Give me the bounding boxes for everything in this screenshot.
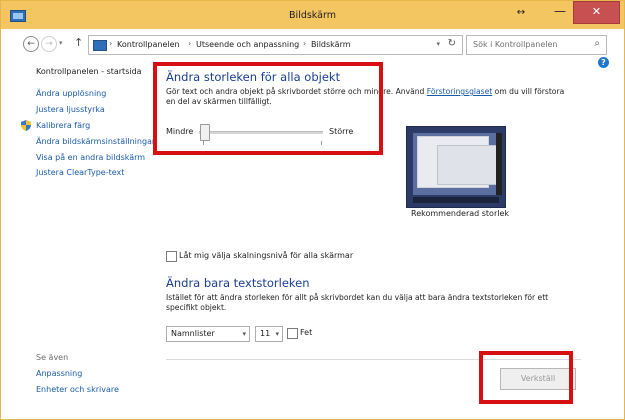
sidebar-item-change-resolution[interactable]: Ändra upplösning	[36, 89, 106, 98]
sidebar-item-display-settings[interactable]: Ändra bildskärmsinställningar	[36, 137, 155, 146]
up-button[interactable]: ↑	[74, 36, 83, 49]
control-panel-icon	[93, 40, 107, 51]
search-icon[interactable]: ⌕	[594, 38, 600, 49]
address-row: ← → ▾ ↑ › Kontrollpanelen › Utseende och…	[1, 29, 624, 57]
font-size-select[interactable]: 11 ▾	[255, 326, 283, 342]
element-select-value: Namnlister	[171, 329, 215, 338]
display-preview-image	[406, 126, 506, 208]
preview-taskbar	[413, 197, 499, 203]
address-dropdown-chevron-down-icon[interactable]: ▾	[436, 40, 440, 48]
breadcrumb-item-control-panel[interactable]: Kontrollpanelen	[117, 40, 180, 49]
breadcrumb-item-display[interactable]: Bildskärm	[311, 40, 351, 49]
status-bar	[1, 407, 624, 419]
search-input[interactable]: Sök i Kontrollpanelen ⌕	[466, 35, 607, 55]
preview-window	[437, 145, 497, 185]
refresh-icon[interactable]: ↻	[448, 38, 456, 49]
address-bar[interactable]: › Kontrollpanelen › Utseende och anpassn…	[88, 35, 463, 55]
breadcrumb-separator-icon: ›	[303, 39, 307, 48]
annotation-highlight-box	[153, 62, 383, 155]
sidebar-item-cleartype[interactable]: Justera ClearType-text	[36, 168, 124, 177]
back-button[interactable]: ←	[23, 36, 39, 52]
preview-caption: Rekommenderad storlek	[411, 209, 510, 218]
see-also-devices-printers-link[interactable]: Enheter och skrivare	[36, 385, 119, 394]
magnifier-link[interactable]: Förstoringsglaset	[427, 87, 492, 96]
forward-button[interactable]: →	[41, 36, 57, 52]
see-also-personalization-link[interactable]: Anpassning	[36, 369, 82, 378]
sidebar-home-link[interactable]: Kontrollpanelen - startsida	[36, 67, 142, 76]
scaling-level-checkbox-label[interactable]: Låt mig välja skalningsnivå för alla skä…	[179, 251, 353, 260]
sidebar-item-calibrate-color[interactable]: Kalibrera färg	[36, 121, 90, 130]
font-size-select-value: 11	[260, 329, 271, 338]
sidebar-item-second-display[interactable]: Visa på en andra bildskärm	[36, 153, 145, 162]
annotation-highlight-box	[479, 351, 573, 404]
text-size-description: Istället för att ändra storleken för all…	[166, 293, 549, 312]
preview-filmstrip	[496, 133, 502, 195]
bold-checkbox-label[interactable]: Fet	[300, 328, 312, 337]
chevron-down-icon: ▾	[242, 330, 246, 338]
bold-checkbox[interactable]	[287, 328, 298, 339]
breadcrumb-separator-icon: ›	[109, 39, 113, 48]
chevron-down-icon: ▾	[275, 330, 279, 338]
close-button[interactable]: ✕	[573, 1, 620, 24]
search-placeholder: Sök i Kontrollpanelen	[473, 40, 558, 49]
sidebar-item-adjust-brightness[interactable]: Justera ljusstyrka	[36, 105, 105, 114]
breadcrumb-item-appearance[interactable]: Utseende och anpassning	[196, 40, 299, 49]
recent-locations-chevron-down-icon[interactable]: ▾	[59, 39, 63, 47]
element-select[interactable]: Namnlister ▾	[166, 326, 250, 342]
resize-icon[interactable]: ↔	[511, 7, 531, 27]
minimize-button[interactable]: —	[549, 4, 571, 24]
scaling-level-checkbox[interactable]	[166, 251, 177, 262]
text-size-heading: Ändra bara textstorleken	[166, 276, 310, 290]
breadcrumb-separator-icon: ›	[188, 39, 192, 48]
title-bar[interactable]: Bildskärm ↔ — ✕	[1, 1, 624, 29]
sidebar: Kontrollpanelen - startsida Ändra upplös…	[1, 57, 155, 407]
uac-shield-icon	[21, 120, 31, 131]
see-also-heading: Se även	[36, 353, 69, 362]
